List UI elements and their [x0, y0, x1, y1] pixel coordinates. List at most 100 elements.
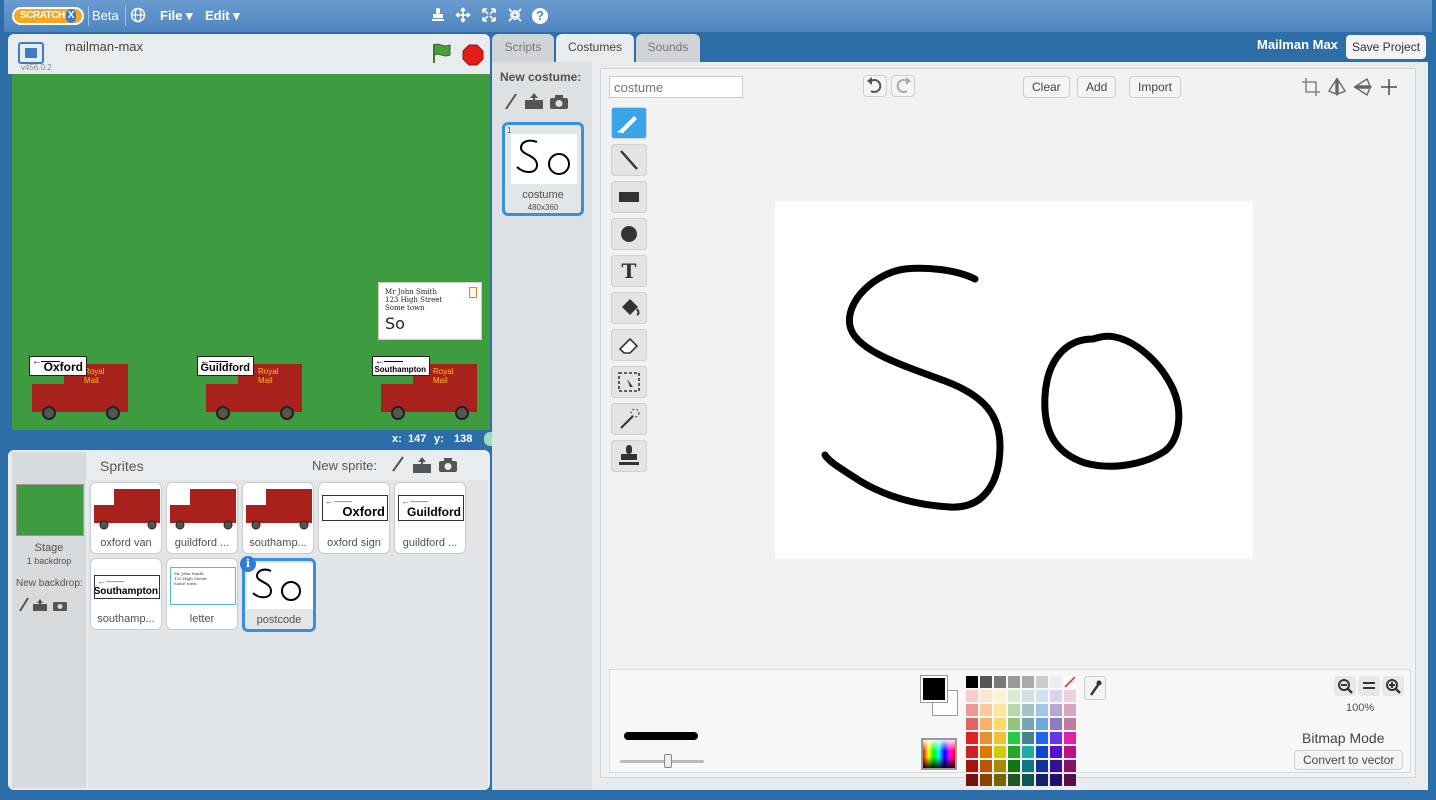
expand-icon[interactable] [480, 7, 498, 25]
brush-tool[interactable] [611, 107, 647, 139]
palette-color[interactable] [980, 704, 992, 716]
shrink-icon[interactable] [506, 7, 524, 25]
palette-color[interactable] [1036, 774, 1048, 786]
tab-costumes[interactable]: Costumes [556, 34, 634, 62]
tab-scripts[interactable]: Scripts [492, 34, 554, 62]
palette-color[interactable] [966, 676, 978, 688]
upload-costume-icon[interactable] [524, 92, 544, 113]
palette-color[interactable] [1008, 718, 1020, 730]
color-picker-button[interactable] [921, 738, 957, 770]
sprite-tile-guildford-sign[interactable]: ←—— Guildford guildford ... [394, 482, 466, 554]
palette-color[interactable] [1022, 718, 1034, 730]
eraser-tool[interactable] [611, 329, 647, 361]
palette-color[interactable] [1008, 704, 1020, 716]
paint-backdrop-icon[interactable] [18, 596, 30, 615]
sprite-tile-southampton-van[interactable]: southamp... [242, 482, 314, 554]
add-button[interactable]: Add [1077, 76, 1117, 98]
palette-color[interactable] [1022, 760, 1034, 772]
file-menu[interactable]: File ▾ [160, 8, 193, 24]
flip-horizontal-icon[interactable] [1327, 77, 1347, 100]
palette-color[interactable] [966, 746, 978, 758]
drawing-canvas[interactable] [775, 201, 1253, 559]
palette-color[interactable] [1064, 746, 1076, 758]
palette-color[interactable] [1022, 746, 1034, 758]
sprite-tile-oxford-sign[interactable]: ←—— Oxford oxford sign [318, 482, 390, 554]
sprite-tile-letter[interactable]: Mr John Smith 123 High Street Some town … [166, 558, 238, 630]
palette-color[interactable] [1008, 676, 1020, 688]
rectangle-tool[interactable] [611, 181, 647, 213]
crop-icon[interactable] [1301, 77, 1321, 100]
palette-color[interactable] [966, 774, 978, 786]
eyedropper-icon[interactable] [1084, 676, 1106, 700]
palette-color[interactable] [1064, 690, 1076, 702]
palette-color[interactable] [1022, 732, 1034, 744]
stop-icon[interactable] [462, 44, 484, 69]
palette-color[interactable] [1050, 676, 1062, 688]
palette-color[interactable] [994, 718, 1006, 730]
line-tool[interactable] [611, 144, 647, 176]
palette-color[interactable] [994, 746, 1006, 758]
palette-color[interactable] [980, 774, 992, 786]
letter-sprite[interactable]: Mr John Smith 123 High Street Some town … [378, 282, 482, 340]
redo-button[interactable] [891, 75, 915, 97]
select-tool[interactable] [611, 366, 647, 398]
text-tool[interactable]: T [611, 255, 647, 287]
import-button[interactable]: Import [1129, 76, 1182, 98]
guildford-sign-sprite[interactable]: ←—— Guildford [197, 356, 254, 376]
stamp-icon[interactable] [429, 7, 447, 25]
palette-color[interactable] [994, 676, 1006, 688]
camera-sprite-icon[interactable] [438, 457, 458, 476]
sprite-tile-guildford-van[interactable]: guildford ... [166, 482, 238, 554]
scratch-logo[interactable]: SCRATCH X [12, 7, 84, 25]
palette-color[interactable] [966, 704, 978, 716]
info-icon[interactable]: i [240, 556, 256, 572]
palette-color[interactable] [1036, 746, 1048, 758]
palette-color[interactable] [1008, 760, 1020, 772]
southampton-sign-sprite[interactable]: ←—— Southampton [372, 356, 430, 376]
collapse-stage-handle[interactable] [484, 432, 492, 446]
palette-color[interactable] [1050, 760, 1062, 772]
set-center-icon[interactable] [1379, 77, 1399, 100]
costume-tile[interactable]: 1 costume 480x360 [502, 122, 584, 216]
palette-color[interactable] [994, 774, 1006, 786]
palette-color[interactable] [980, 760, 992, 772]
clear-button[interactable]: Clear [1023, 76, 1070, 98]
fill-tool[interactable] [611, 292, 647, 324]
palette-color[interactable] [980, 718, 992, 730]
grow-icon[interactable] [454, 7, 472, 25]
palette-color[interactable] [1022, 774, 1034, 786]
sprite-tile-postcode[interactable]: postcode i [240, 556, 316, 632]
save-project-button[interactable]: Save Project [1346, 35, 1427, 59]
palette-color[interactable] [1036, 732, 1048, 744]
palette-color[interactable] [1050, 774, 1062, 786]
green-flag-icon[interactable] [430, 42, 452, 67]
palette-color[interactable] [980, 732, 992, 744]
palette-color[interactable] [1008, 732, 1020, 744]
palette-color[interactable] [1022, 704, 1034, 716]
palette-color[interactable] [1008, 746, 1020, 758]
palette-color[interactable] [966, 760, 978, 772]
palette-color[interactable] [1036, 690, 1048, 702]
palette-color[interactable] [966, 732, 978, 744]
edit-menu[interactable]: Edit ▾ [205, 8, 240, 24]
palette-color[interactable] [1050, 718, 1062, 730]
palette-color[interactable] [994, 760, 1006, 772]
palette-color[interactable] [1022, 690, 1034, 702]
upload-backdrop-icon[interactable] [32, 598, 48, 615]
palette-color[interactable] [1064, 718, 1076, 730]
brush-size-slider-thumb[interactable] [664, 754, 672, 768]
palette-color[interactable] [966, 718, 978, 730]
zoom-reset-icon[interactable] [1358, 676, 1380, 696]
palette-color[interactable] [1050, 746, 1062, 758]
oxford-sign-sprite[interactable]: ←—— Oxford [29, 356, 87, 376]
palette-color[interactable] [980, 690, 992, 702]
palette-color[interactable] [994, 732, 1006, 744]
primary-color-swatch[interactable] [920, 675, 948, 703]
flip-vertical-icon[interactable] [1353, 77, 1373, 100]
transparent-color[interactable] [1064, 676, 1076, 688]
palette-color[interactable] [1022, 676, 1034, 688]
undo-button[interactable] [863, 75, 887, 97]
zoom-out-icon[interactable] [1334, 676, 1356, 696]
palette-color[interactable] [1036, 718, 1048, 730]
tab-sounds[interactable]: Sounds [636, 34, 700, 62]
